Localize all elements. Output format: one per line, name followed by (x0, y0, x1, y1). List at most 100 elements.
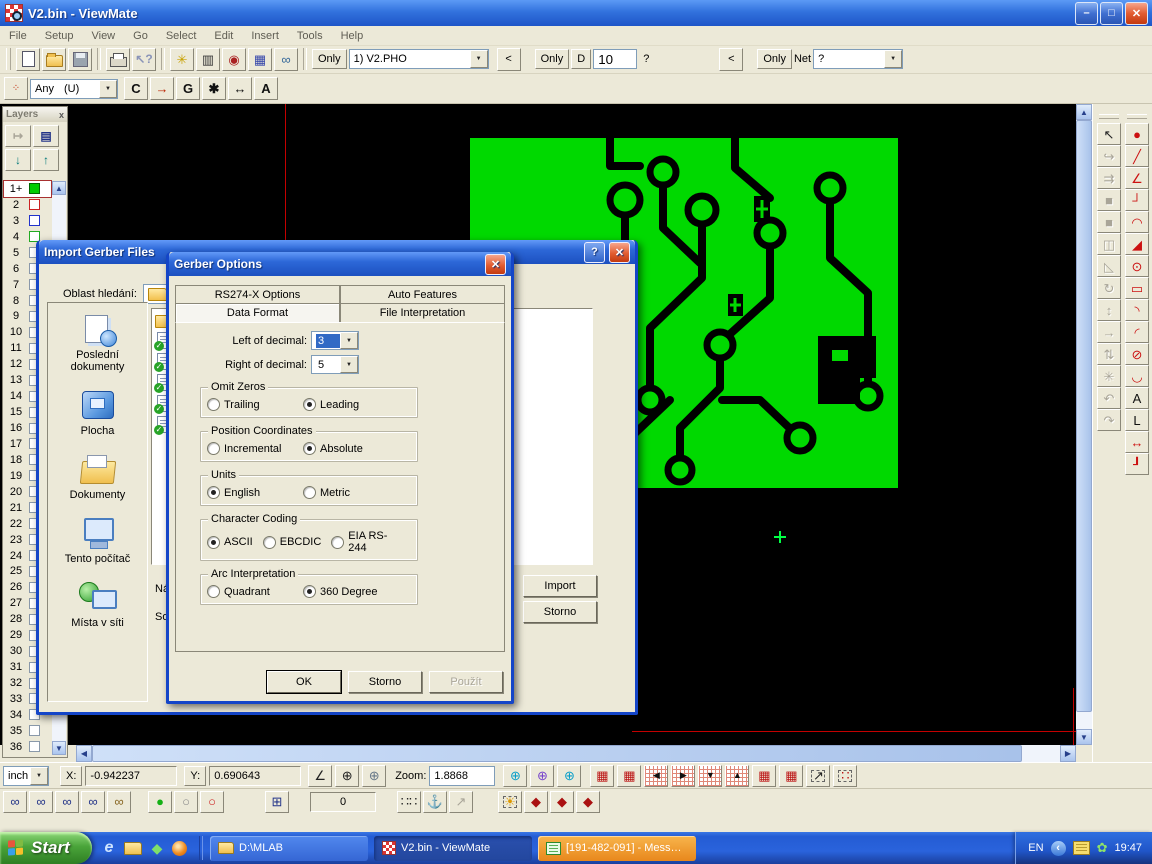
draw-tool-button[interactable]: L (1125, 409, 1149, 431)
layers-panel-title[interactable]: Layers x (3, 107, 67, 122)
layer-swatch[interactable] (29, 215, 40, 226)
snap-tool-button[interactable]: ↗ (449, 791, 473, 813)
tray-message-icon[interactable] (1073, 841, 1090, 855)
draw-tool-button[interactable]: ∠ (1125, 167, 1149, 189)
print-button[interactable] (106, 48, 130, 71)
dcode-input[interactable] (593, 49, 637, 69)
display-mode-button[interactable]: ∞ (29, 791, 53, 813)
menu-item[interactable]: Setup (36, 28, 83, 44)
draw-tool-button[interactable]: ◝ (1125, 299, 1149, 321)
select-type-button[interactable]: C (124, 77, 148, 100)
menu-item[interactable]: Tools (288, 28, 332, 44)
close-button[interactable]: ✕ (1125, 2, 1148, 25)
view-nav-button[interactable]: ▼ (698, 765, 722, 787)
edit-tool-button[interactable]: ◫ (1097, 233, 1121, 255)
tab[interactable]: Auto Features (340, 285, 505, 303)
grid-setup-button[interactable]: ⊞ (265, 791, 289, 813)
green-app-icon[interactable]: ◆ (148, 839, 166, 857)
view-nav-button[interactable]: ◀ (644, 765, 668, 787)
dialog-button[interactable]: OK (267, 671, 341, 693)
radio-option[interactable]: Quadrant (207, 585, 299, 598)
display-mode-button[interactable]: ∞ (81, 791, 105, 813)
scroll-right-icon[interactable]: ▶ (1060, 745, 1076, 762)
tool-button[interactable]: ∞ (274, 48, 298, 71)
taskbar-task-button[interactable]: V2.bin - ViewMate (374, 836, 532, 861)
radio-option[interactable]: Absolute (303, 442, 395, 455)
display-mode-button[interactable]: ∞ (107, 791, 131, 813)
edit-tool-button[interactable]: ↪ (1097, 145, 1121, 167)
display-mode-button[interactable]: ∞ (3, 791, 27, 813)
draw-tool-button[interactable]: ╱ (1125, 145, 1149, 167)
radio-option[interactable]: EIA RS-244 (331, 530, 405, 554)
close-icon[interactable]: ✕ (609, 242, 630, 263)
tool-button[interactable]: ▥ (196, 48, 220, 71)
restore-button[interactable]: □ (1100, 2, 1123, 25)
menu-item[interactable]: Go (124, 28, 157, 44)
layer-row[interactable]: 1+ (4, 181, 51, 197)
left-decimal-combobox[interactable]: 3 ▼ (311, 331, 359, 350)
places-bar-item[interactable]: Poslední dokumenty (52, 313, 144, 373)
lamp-button[interactable]: ○ (200, 791, 224, 813)
zoom-tool-button[interactable]: ⊕ (503, 765, 527, 787)
draw-tool-button[interactable]: ▭ (1125, 277, 1149, 299)
edit-tool-button[interactable]: ↖ (1097, 123, 1121, 145)
measure-tool-button[interactable]: ∠ (308, 765, 332, 787)
scroll-down-icon[interactable]: ▼ (52, 741, 66, 755)
radio-option[interactable]: Trailing (207, 398, 299, 411)
view-nav-button[interactable]: ▶ (671, 765, 695, 787)
open-file-button[interactable] (42, 48, 66, 71)
tab[interactable]: RS274-X Options (175, 285, 340, 303)
only-net-toggle[interactable]: Only (757, 49, 792, 69)
draw-tool-button[interactable]: ┚ (1125, 453, 1149, 475)
menu-item[interactable]: Select (157, 28, 206, 44)
view-nav-button[interactable]: ∷ (833, 765, 857, 787)
layer-row[interactable]: 35 (4, 723, 51, 739)
net-combobox[interactable]: ? ▼ (813, 49, 903, 69)
draw-tool-button[interactable]: ◢ (1125, 233, 1149, 255)
edit-tool-button[interactable]: ◺ (1097, 255, 1121, 277)
view-nav-button[interactable]: ▦ (617, 765, 641, 787)
edit-tool-button[interactable]: ■ (1097, 189, 1121, 211)
snap-tool-button[interactable]: ∷∷ (397, 791, 421, 813)
layer-combobox[interactable]: 1) V2.PHO ▼ (349, 49, 489, 69)
scroll-left-icon[interactable]: ◀ (76, 745, 92, 762)
lamp-button[interactable]: ○ (174, 791, 198, 813)
edit-tool-button[interactable]: → (1097, 321, 1121, 343)
select-type-button[interactable]: G (176, 77, 200, 100)
chevron-down-icon[interactable]: ▼ (340, 356, 358, 373)
gerber-dialog-titlebar[interactable]: Gerber Options ✕ (169, 252, 511, 276)
draw-tool-button[interactable]: ● (1125, 123, 1149, 145)
scroll-down-icon[interactable]: ▼ (1076, 729, 1092, 745)
edit-tool-button[interactable]: ↶ (1097, 387, 1121, 409)
dialog-button[interactable]: Použít (429, 671, 503, 693)
view-nav-button[interactable]: ↗ (806, 765, 830, 787)
only-layer-toggle[interactable]: Only (312, 49, 347, 69)
radio-option[interactable]: Metric (303, 486, 395, 499)
new-file-button[interactable] (16, 48, 40, 71)
edit-tool-button[interactable]: ⇅ (1097, 343, 1121, 365)
draw-tool-button[interactable]: ┘ (1125, 189, 1149, 211)
menu-item[interactable]: File (0, 28, 36, 44)
import-button[interactable]: Import (523, 575, 597, 597)
layer-swatch[interactable] (29, 183, 40, 194)
horizontal-scrollbar[interactable]: ◀ ▶ (76, 745, 1076, 762)
lamp-button[interactable]: ● (148, 791, 172, 813)
chevron-down-icon[interactable]: ▼ (470, 50, 488, 68)
chevron-down-icon[interactable]: ▼ (884, 50, 902, 68)
menu-item[interactable]: Help (332, 28, 373, 44)
draw-tool-button[interactable]: ◡ (1125, 365, 1149, 387)
tool-button[interactable]: ◉ (222, 48, 246, 71)
right-decimal-combobox[interactable]: 5 ▼ (311, 355, 359, 374)
only-dcode-toggle[interactable]: Only (535, 49, 570, 69)
scroll-up-icon[interactable]: ▲ (1076, 104, 1092, 120)
menu-item[interactable]: View (82, 28, 124, 44)
layer-swatch[interactable] (29, 741, 40, 752)
chevron-down-icon[interactable]: ▼ (99, 80, 117, 98)
zoom-tool-button[interactable]: ⊕ (530, 765, 554, 787)
select-type-button[interactable]: ✱ (202, 77, 226, 100)
select-type-button[interactable]: ↔ (228, 77, 252, 100)
taskbar-task-button[interactable]: D:\MLAB (210, 836, 368, 861)
tool-button[interactable]: ▦ (248, 48, 272, 71)
icq-flower-icon[interactable]: ✿ (1097, 840, 1108, 856)
edit-tool-button[interactable]: ■ (1097, 211, 1121, 233)
